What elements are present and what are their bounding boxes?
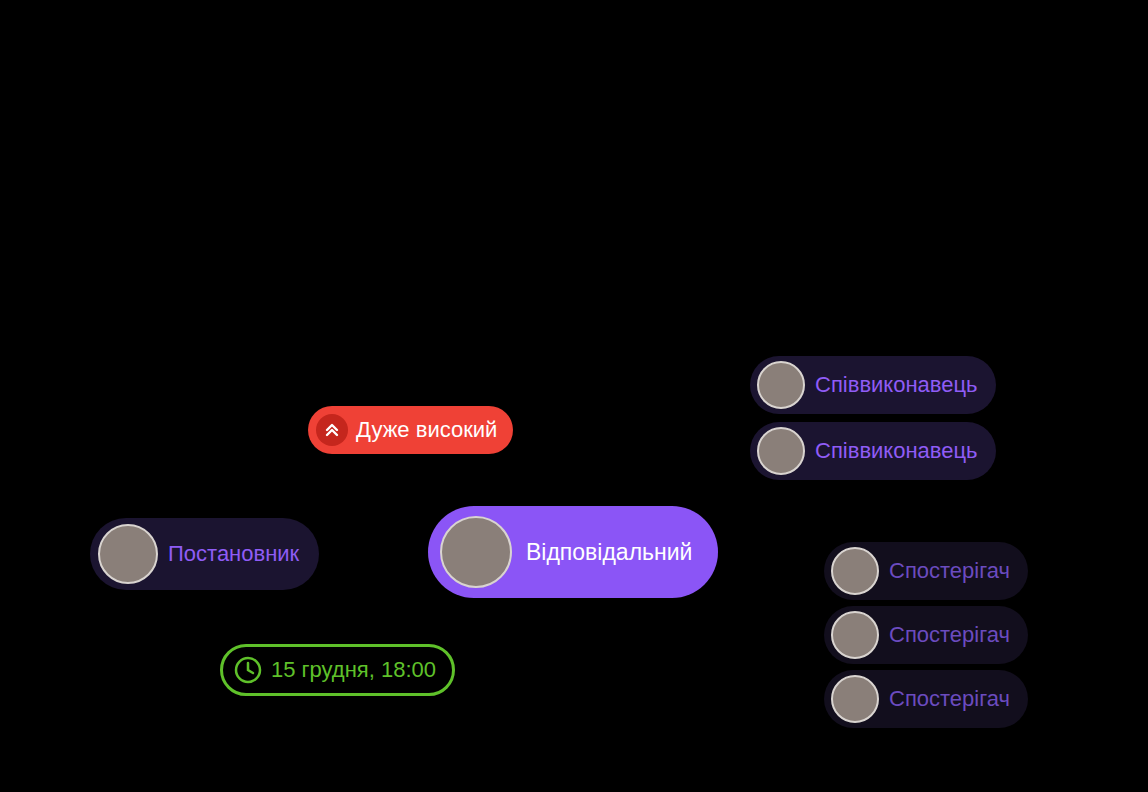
role-label: Спостерігач: [889, 621, 1010, 649]
avatar: [757, 361, 805, 409]
avatar: [757, 427, 805, 475]
responsible-chip[interactable]: Відповідальний: [428, 506, 718, 598]
person-chip[interactable]: Співвиконавець: [750, 422, 996, 480]
person-chip[interactable]: Спостерігач: [824, 606, 1028, 664]
role-label: Відповідальний: [526, 537, 692, 567]
deadline-badge[interactable]: 15 грудня, 18:00: [220, 644, 455, 696]
task-roles-canvas: Дуже високий Співвиконавець Співвиконавець…: [0, 0, 1148, 792]
priority-label: Дуже високий: [356, 416, 497, 444]
deadline-label: 15 грудня, 18:00: [271, 656, 436, 684]
role-label: Спостерігач: [889, 685, 1010, 713]
avatar: [440, 516, 512, 588]
clock-icon: [233, 655, 263, 685]
role-label: Постановник: [168, 540, 299, 568]
person-chip[interactable]: Співвиконавець: [750, 356, 996, 414]
role-label: Співвиконавець: [815, 371, 978, 399]
avatar: [831, 547, 879, 595]
person-chip[interactable]: Спостерігач: [824, 670, 1028, 728]
role-label: Співвиконавець: [815, 437, 978, 465]
priority-badge[interactable]: Дуже високий: [308, 406, 513, 454]
person-chip[interactable]: Спостерігач: [824, 542, 1028, 600]
avatar: [98, 524, 158, 584]
role-label: Спостерігач: [889, 557, 1010, 585]
double-chevron-up-icon: [316, 414, 348, 446]
person-chip[interactable]: Постановник: [90, 518, 319, 590]
avatar: [831, 675, 879, 723]
avatar: [831, 611, 879, 659]
